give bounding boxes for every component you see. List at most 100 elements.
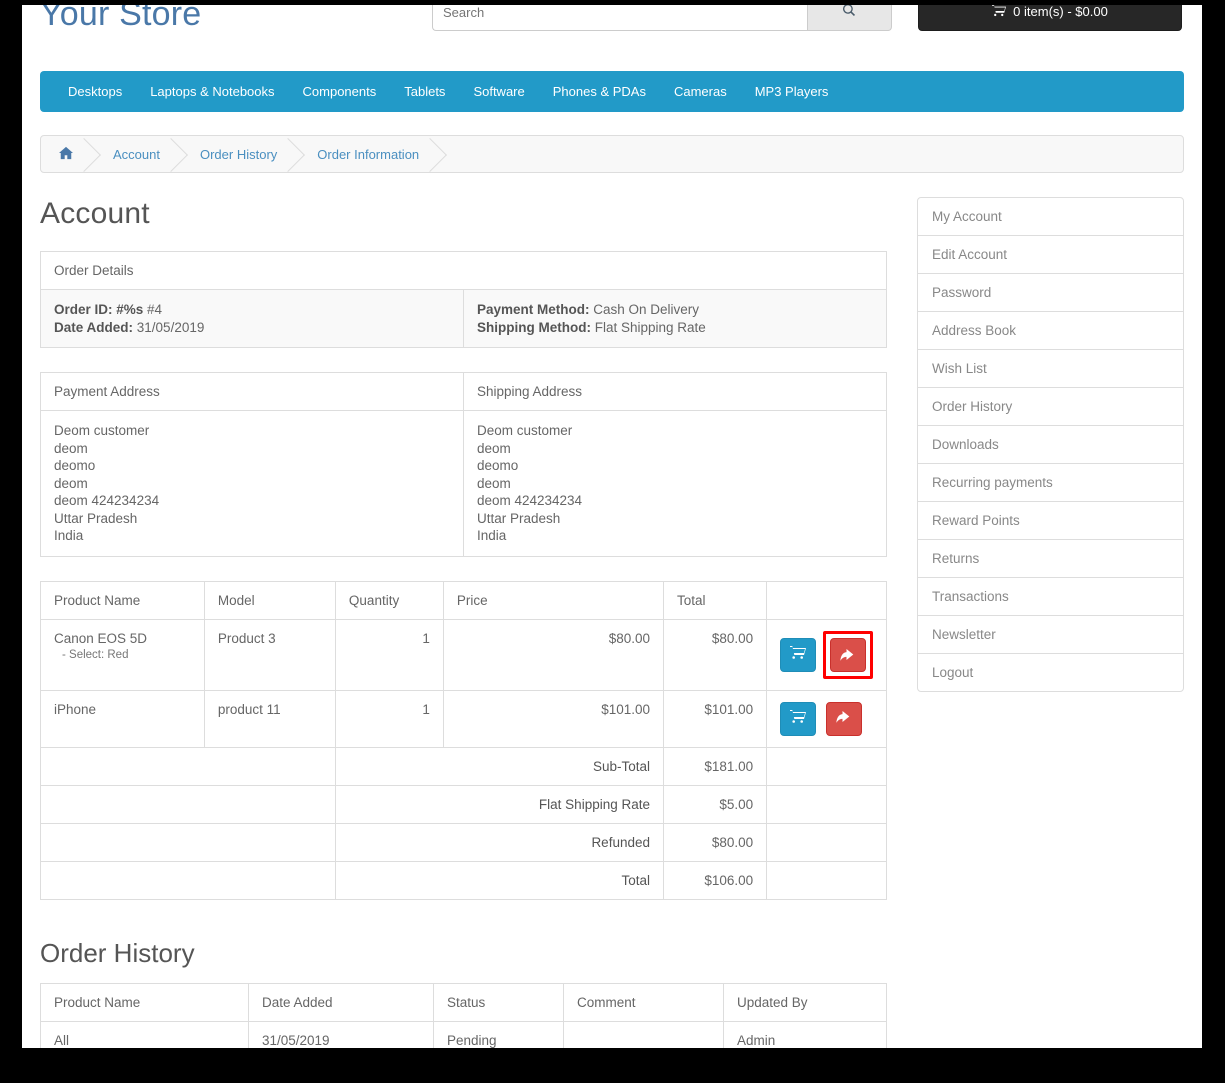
col-date-added: Date Added <box>248 982 434 1022</box>
nav-item-laptops-notebooks[interactable]: Laptops & Notebooks <box>136 71 288 112</box>
list-item: Password <box>917 274 1183 312</box>
cart-label: 0 item(s) - $0.00 <box>1013 5 1108 19</box>
col-quantity: Quantity <box>334 580 444 620</box>
reorder-button[interactable] <box>780 701 817 736</box>
col-updated-by: Updated By <box>723 982 887 1022</box>
list-item: Transactions <box>917 578 1183 616</box>
address-line: India <box>54 528 84 543</box>
sidebar-item-recurring-payments[interactable]: Recurring payments <box>918 464 1183 501</box>
col-status: Status <box>433 982 564 1022</box>
breadcrumb-home[interactable] <box>41 136 95 172</box>
payment-method-value: Cash On Delivery <box>593 302 700 317</box>
shopping-cart-icon <box>790 645 807 664</box>
nav-item-cameras[interactable]: Cameras <box>660 71 741 112</box>
nav-item-components[interactable]: Components <box>289 71 391 112</box>
order-details-left-cell: Order ID: #%s #4 Date Added: 31/05/2019 <box>40 289 464 348</box>
nav-item-mp3-players[interactable]: MP3 Players <box>741 71 843 112</box>
date-added-value: 31/05/2019 <box>136 319 205 335</box>
totals-action-spacer <box>766 822 887 862</box>
col-model: Model <box>203 580 336 620</box>
address-line: Deom customer <box>54 423 150 438</box>
address-line: Uttar Pradesh <box>54 510 138 526</box>
address-line: deom 424234234 <box>476 493 583 508</box>
col-actions <box>766 580 887 620</box>
nav-item-tablets[interactable]: Tablets <box>390 71 459 112</box>
cell-model: Product 3 <box>203 618 336 691</box>
sidebar-item-downloads[interactable]: Downloads <box>918 426 1183 463</box>
list-item: Address Book <box>917 312 1183 350</box>
breadcrumb-order-information[interactable]: Order Information <box>299 136 441 172</box>
account-sidebar: My Account Edit Account Password Address… <box>916 197 1184 692</box>
cell-quantity: 1 <box>334 689 444 748</box>
total-value: $80.00 <box>662 822 768 862</box>
payment-address-cell: Deom customer deom deomo deom deom 42423… <box>40 410 464 557</box>
total-label: Total <box>334 860 665 900</box>
list-item: Recurring payments <box>917 464 1183 502</box>
site-logo[interactable]: Your Store <box>40 5 201 34</box>
product-option: - Select: Red <box>62 648 129 661</box>
order-history-title: Order History <box>40 937 195 968</box>
sidebar-item-returns[interactable]: Returns <box>918 540 1183 577</box>
nav-item-desktops[interactable]: Desktops <box>54 71 136 112</box>
sidebar-item-address-book[interactable]: Address Book <box>918 312 1183 349</box>
site-header: Your Store 0 item(s) - $0. <box>22 5 1202 57</box>
order-details-heading-row: Order Details <box>40 251 887 290</box>
address-line: deomo <box>476 458 519 473</box>
reply-arrow-icon <box>840 647 856 663</box>
search-input[interactable] <box>432 5 807 31</box>
cell-product-name: iPhone <box>40 689 205 748</box>
cell-model: product 11 <box>203 689 336 748</box>
sidebar-item-logout[interactable]: Logout <box>918 654 1183 691</box>
shipping-address-heading: Shipping Address <box>462 372 887 411</box>
sidebar-item-newsletter[interactable]: Newsletter <box>918 616 1183 653</box>
page-title: Account <box>40 197 150 230</box>
home-icon <box>59 146 73 163</box>
shipping-address-cell: Deom customer deom deomo deom deom 42423… <box>462 410 887 557</box>
return-product-button[interactable] <box>829 637 866 672</box>
sidebar-item-reward-points[interactable]: Reward Points <box>918 502 1183 539</box>
sidebar-item-order-history[interactable]: Order History <box>918 388 1183 425</box>
totals-action-spacer <box>766 860 887 900</box>
return-button-highlight <box>822 630 873 679</box>
sidebar-item-wish-list[interactable]: Wish List <box>918 350 1183 387</box>
totals-action-spacer <box>766 784 887 824</box>
shopping-cart-icon <box>790 709 807 728</box>
return-product-button[interactable] <box>825 701 862 736</box>
payment-method-label: Payment Method: <box>476 302 590 317</box>
shipping-method-value: Flat Shipping Rate <box>594 319 706 335</box>
search-icon <box>842 5 857 21</box>
totals-spacer <box>40 784 336 824</box>
cell-product-name: Canon EOS 5D - Select: Red <box>40 618 205 691</box>
reply-arrow-icon <box>836 709 852 728</box>
col-product-name: Product Name <box>40 580 205 620</box>
nav-item-software[interactable]: Software <box>459 71 538 112</box>
address-line: deom <box>54 440 88 456</box>
address-line: deom 424234234 <box>54 493 160 508</box>
cell-comment <box>563 1020 724 1048</box>
totals-row: Total $106.00 <box>40 860 887 900</box>
order-id-value: #4 <box>147 302 163 317</box>
product-name: iPhone <box>54 701 97 717</box>
nav-item-phones-pdas[interactable]: Phones & PDAs <box>539 71 660 112</box>
sidebar-list: My Account Edit Account Password Address… <box>916 197 1184 692</box>
sidebar-item-transactions[interactable]: Transactions <box>918 578 1183 615</box>
order-products-table: Product Name Model Quantity Price Total <box>40 580 887 900</box>
table-row: All 31/05/2019 Pending Admin <box>40 1020 887 1048</box>
breadcrumb: Account Order History Order Information <box>40 135 1184 173</box>
sidebar-item-my-account[interactable]: My Account <box>918 198 1183 235</box>
cell-status: Pending <box>433 1020 564 1048</box>
breadcrumb-account[interactable]: Account <box>95 136 182 172</box>
sidebar-item-edit-account[interactable]: Edit Account <box>918 236 1183 273</box>
address-line: deom <box>476 440 511 456</box>
breadcrumb-order-history[interactable]: Order History <box>182 136 299 172</box>
table-header-row: Product Name Date Added Status Comment U… <box>40 982 887 1022</box>
sidebar-item-password[interactable]: Password <box>918 274 1183 311</box>
payment-address-heading: Payment Address <box>40 372 464 411</box>
reorder-button[interactable] <box>780 637 817 672</box>
list-item: Logout <box>918 654 1183 691</box>
search-button[interactable] <box>807 5 892 31</box>
content-area: Account Order Details Order ID: #%s #4 D… <box>40 197 1184 1048</box>
list-item: Order History <box>917 388 1183 426</box>
cart-button[interactable]: 0 item(s) - $0.00 <box>918 5 1182 31</box>
cell-updated-by: Admin <box>723 1020 887 1048</box>
